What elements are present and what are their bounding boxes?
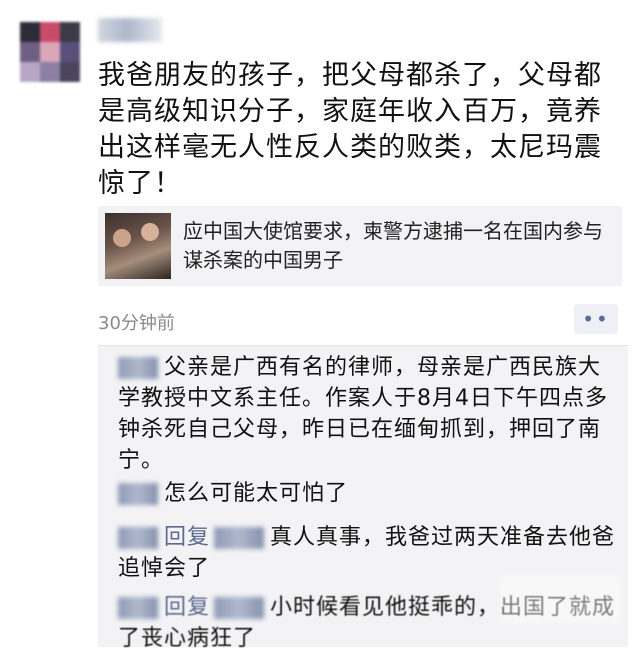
link-title: 应中国大使馆要求，柬警方逮捕一名在国内参与谋杀案的中国男子 — [183, 219, 603, 272]
comment-2[interactable]: 怎么可能太可怕了 — [118, 478, 618, 509]
commenter-name-blurred[interactable] — [118, 357, 158, 379]
commenter-name-blurred[interactable] — [118, 527, 158, 549]
reply-label: 回复 — [164, 525, 211, 550]
watermark — [500, 574, 620, 624]
post-text: 我爸朋友的孩子，把父母都杀了，父母都是高级知识分子，家庭年收入百万，竟养出这样毫… — [98, 60, 602, 199]
avatar[interactable] — [20, 22, 80, 82]
comment-1[interactable]: 父亲是广西有名的律师，母亲是广西民族大学教授中文系主任。作案人于8月4日下午四点… — [118, 352, 618, 476]
link-thumbnail — [105, 213, 171, 279]
reply-target-blurred[interactable] — [214, 597, 265, 619]
reply-label: 回复 — [164, 595, 211, 620]
reply-target-blurred[interactable] — [214, 527, 265, 549]
commenter-name-blurred[interactable] — [118, 597, 158, 619]
more-options-button[interactable]: •• — [574, 304, 618, 334]
commenter-name-blurred[interactable] — [118, 483, 158, 505]
comment-text: 怎么可能太可怕了 — [164, 481, 349, 506]
username-blurred[interactable] — [98, 18, 162, 42]
shared-link-card[interactable]: 应中国大使馆要求，柬警方逮捕一名在国内参与谋杀案的中国男子 — [98, 206, 622, 286]
comment-text: 父亲是广西有名的律师，母亲是广西民族大学教授中文系主任。作案人于8月4日下午四点… — [118, 355, 608, 473]
post-timestamp: 30分钟前 — [98, 313, 175, 334]
